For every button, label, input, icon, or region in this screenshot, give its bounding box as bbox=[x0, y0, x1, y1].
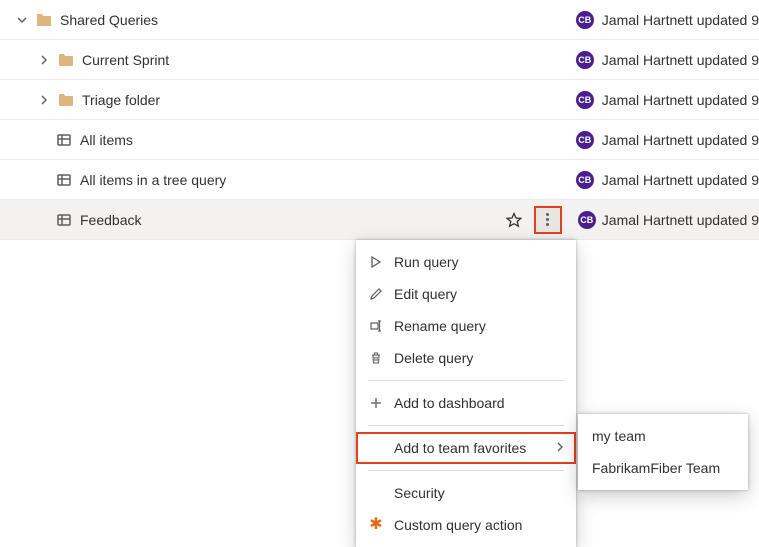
tree-label: All items in a tree query bbox=[80, 172, 226, 188]
rename-icon bbox=[368, 320, 384, 332]
favorite-star-button[interactable] bbox=[500, 206, 528, 234]
avatar: CB bbox=[576, 51, 594, 69]
chevron-right-icon bbox=[556, 442, 564, 455]
avatar: CB bbox=[576, 171, 594, 189]
pencil-icon bbox=[368, 288, 384, 300]
avatar: CB bbox=[576, 91, 594, 109]
tree-row-all-items-tree[interactable]: All items in a tree query CB Jamal Hartn… bbox=[0, 160, 759, 200]
query-icon bbox=[56, 212, 72, 228]
query-icon bbox=[56, 132, 72, 148]
menu-add-dashboard[interactable]: Add to dashboard bbox=[356, 387, 576, 419]
menu-run-query[interactable]: Run query bbox=[356, 246, 576, 278]
submenu-label: FabrikamFiber Team bbox=[592, 460, 720, 476]
menu-label: Edit query bbox=[394, 286, 457, 302]
menu-separator bbox=[368, 470, 564, 471]
tree-row-all-items[interactable]: All items CB Jamal Hartnett updated 9 bbox=[0, 120, 759, 160]
play-icon bbox=[368, 256, 384, 268]
star-icon: ✱ bbox=[368, 517, 384, 533]
avatar: CB bbox=[576, 11, 594, 29]
tree-label: Current Sprint bbox=[82, 52, 169, 68]
menu-delete-query[interactable]: Delete query bbox=[356, 342, 576, 374]
tree-row-feedback[interactable]: Feedback CB Jamal Hartnett updated 9 bbox=[0, 200, 759, 240]
menu-custom-action[interactable]: ✱ Custom query action bbox=[356, 509, 576, 541]
menu-label: Security bbox=[394, 485, 445, 501]
query-icon bbox=[56, 172, 72, 188]
menu-label: Add to dashboard bbox=[394, 395, 505, 411]
menu-label: Add to team favorites bbox=[394, 440, 526, 456]
menu-edit-query[interactable]: Edit query bbox=[356, 278, 576, 310]
more-actions-button[interactable] bbox=[534, 206, 562, 234]
update-text: Jamal Hartnett updated 9 bbox=[602, 132, 759, 148]
chevron-right-icon[interactable] bbox=[36, 55, 52, 65]
tree-label: Feedback bbox=[80, 212, 141, 228]
update-text: Jamal Hartnett updated 9 bbox=[602, 172, 759, 188]
submenu-fabrikamfiber[interactable]: FabrikamFiber Team bbox=[578, 452, 748, 484]
context-menu: Run query Edit query Rename query Delete… bbox=[356, 240, 576, 547]
folder-icon bbox=[58, 52, 74, 68]
menu-separator bbox=[368, 425, 564, 426]
avatar: CB bbox=[578, 211, 596, 229]
submenu-my-team[interactable]: my team bbox=[578, 420, 748, 452]
menu-label: Custom query action bbox=[394, 517, 522, 533]
tree-row-current-sprint[interactable]: Current Sprint CB Jamal Hartnett updated… bbox=[0, 40, 759, 80]
kebab-icon bbox=[546, 213, 549, 226]
team-favorites-submenu: my team FabrikamFiber Team bbox=[578, 414, 748, 490]
update-text: Jamal Hartnett updated 9 bbox=[602, 212, 759, 228]
folder-icon bbox=[58, 92, 74, 108]
tree-label: Shared Queries bbox=[60, 12, 158, 28]
plus-icon bbox=[368, 397, 384, 409]
menu-label: Run query bbox=[394, 254, 459, 270]
tree-label: Triage folder bbox=[82, 92, 160, 108]
menu-rename-query[interactable]: Rename query bbox=[356, 310, 576, 342]
folder-icon bbox=[36, 12, 52, 28]
chevron-down-icon[interactable] bbox=[14, 15, 30, 25]
menu-label: Delete query bbox=[394, 350, 473, 366]
tree-label: All items bbox=[80, 132, 133, 148]
menu-label: Rename query bbox=[394, 318, 486, 334]
update-text: Jamal Hartnett updated 9 bbox=[602, 12, 759, 28]
update-text: Jamal Hartnett updated 9 bbox=[602, 52, 759, 68]
tree-row-triage-folder[interactable]: Triage folder CB Jamal Hartnett updated … bbox=[0, 80, 759, 120]
submenu-label: my team bbox=[592, 428, 646, 444]
tree-row-shared-queries[interactable]: Shared Queries CB Jamal Hartnett updated… bbox=[0, 0, 759, 40]
menu-security[interactable]: Security bbox=[356, 477, 576, 509]
update-text: Jamal Hartnett updated 9 bbox=[602, 92, 759, 108]
trash-icon bbox=[368, 352, 384, 364]
chevron-right-icon[interactable] bbox=[36, 95, 52, 105]
menu-separator bbox=[368, 380, 564, 381]
menu-add-team-favorites[interactable]: Add to team favorites bbox=[356, 432, 576, 464]
avatar: CB bbox=[576, 131, 594, 149]
